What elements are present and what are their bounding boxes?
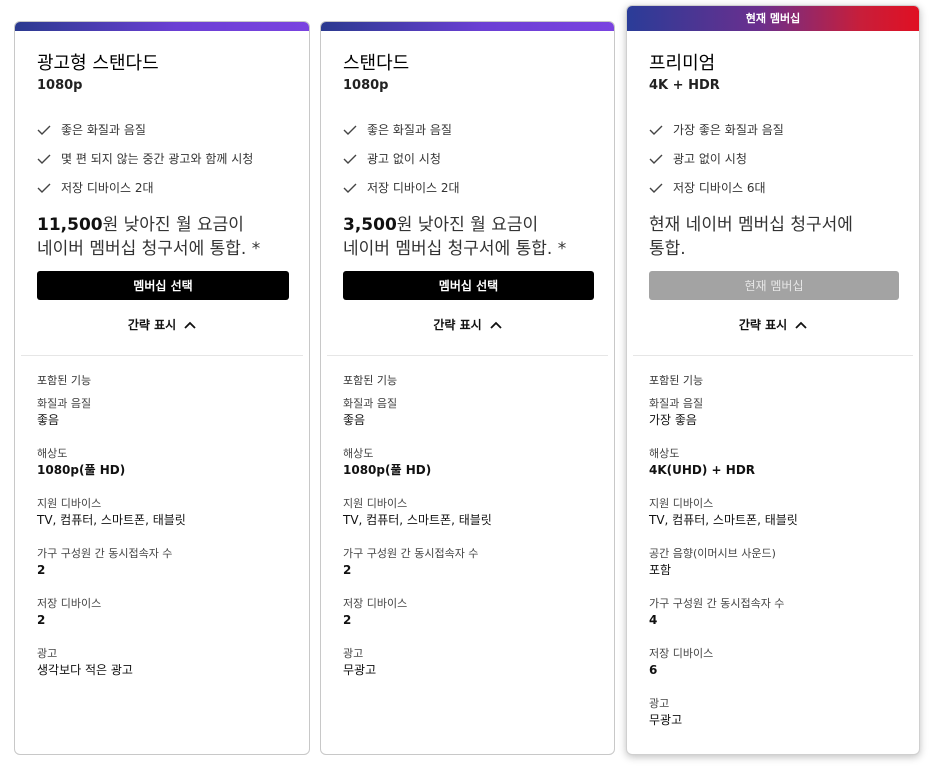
plan-resolution: 1080p [37, 78, 83, 93]
check-icon [343, 125, 359, 135]
feature-item: 몇 편 되지 않는 중간 광고와 함께 시청 [37, 144, 253, 173]
detail-row: 해상도 1080p(풀 HD) [37, 447, 126, 477]
detail-row: 가구 구성원 간 동시접속자 수2 [37, 547, 173, 577]
plan-title: 프리미엄 [649, 53, 716, 74]
detail-row: 지원 디바이스 TV, 컴퓨터, 스마트폰, 태블릿 [37, 497, 186, 527]
details-heading: 포함된 기능 [343, 374, 398, 387]
chevron-up-icon [795, 321, 807, 329]
feature-item: 가장 좋은 화질과 음질 [649, 115, 784, 144]
plan-title: 광고형 스탠다드 [37, 53, 159, 74]
plan-resolution: 1080p [343, 78, 389, 93]
feature-list: 가장 좋은 화질과 음질 광고 없이 시청 저장 디바이스 6대 [649, 115, 784, 202]
collapse-label: 간략 표시 [738, 318, 788, 332]
price-text: 통합. [649, 239, 686, 259]
check-icon [37, 183, 53, 193]
plan-details: 포함된 기능 화질과 음질 좋음 해상도 1080p(풀 HD) 지원 디바이스 TV… [343, 373, 492, 695]
price-summary: 11,500원 낮아진 월 요금이 네이버 멤버십 청구서에 통합. * [37, 213, 297, 261]
plan-details: 포함된 기능 화질과 음질 가장 좋음 해상도 4K(UHD) + HDR 지원 디… [649, 373, 798, 745]
chevron-up-icon [184, 321, 196, 329]
plan-details: 포함된 기능 화질과 음질 좋음 해상도 1080p(풀 HD) 지원 디바이스 TV… [37, 373, 186, 695]
price-text: 네이버 멤버십 청구서에 통합. * [343, 239, 567, 259]
price-text: 현재 네이버 멤버십 청구서에 [649, 215, 853, 235]
detail-row: 화질과 음질 좋음 [343, 397, 398, 427]
detail-row: 가구 구성원 간 동시접속자 수4 [649, 597, 785, 627]
detail-row: 화질과 음질 가장 좋음 [649, 397, 704, 427]
current-membership-badge: 현재 멤버십 [627, 6, 919, 31]
plan-title: 스탠다드 [343, 53, 410, 74]
detail-row: 가구 구성원 간 동시접속자 수2 [343, 547, 479, 577]
check-icon [343, 154, 359, 164]
detail-row: 화질과 음질 좋음 [37, 397, 92, 427]
plan-color-bar [15, 22, 309, 31]
price-summary: 현재 네이버 멤버십 청구서에 통합. [649, 213, 909, 261]
collapse-toggle[interactable]: 간략 표시 [627, 316, 919, 333]
detail-row: 광고 무광고 [649, 697, 683, 727]
feature-list: 좋은 화질과 음질 몇 편 되지 않는 중간 광고와 함께 시청 저장 디바이스… [37, 115, 253, 202]
price-amount: 11,500 [37, 215, 103, 235]
feature-item: 좋은 화질과 음질 [343, 115, 460, 144]
detail-row: 지원 디바이스 TV, 컴퓨터, 스마트폰, 태블릿 [649, 497, 798, 527]
detail-row: 저장 디바이스 2 [37, 597, 102, 627]
check-icon [649, 125, 665, 135]
detail-row: 광고 무광고 [343, 647, 377, 677]
check-icon [37, 154, 53, 164]
plan-card-premium[interactable]: 현재 멤버십 프리미엄 4K + HDR 가장 좋은 화질과 음질 광고 없이 … [626, 5, 920, 755]
feature-item: 광고 없이 시청 [649, 144, 784, 173]
divider [633, 355, 913, 356]
plan-resolution: 4K + HDR [649, 78, 720, 93]
price-text: 원 낮아진 월 요금이 [396, 215, 539, 235]
feature-list: 좋은 화질과 음질 광고 없이 시청 저장 디바이스 2대 [343, 115, 460, 202]
detail-row: 해상도 1080p(풀 HD) [343, 447, 432, 477]
feature-item: 저장 디바이스 6대 [649, 173, 784, 202]
plan-color-bar [321, 22, 614, 31]
details-heading: 포함된 기능 [649, 374, 704, 387]
detail-row: 해상도 4K(UHD) + HDR [649, 447, 756, 477]
collapse-label: 간략 표시 [127, 318, 177, 332]
feature-item: 광고 없이 시청 [343, 144, 460, 173]
feature-item: 좋은 화질과 음질 [37, 115, 253, 144]
details-heading: 포함된 기능 [37, 374, 92, 387]
plan-card-standard[interactable]: 스탠다드 1080p 좋은 화질과 음질 광고 없이 시청 저장 디바이스 2대… [320, 21, 615, 755]
detail-row: 광고 생각보다 적은 광고 [37, 647, 133, 677]
divider [21, 355, 303, 356]
check-icon [649, 183, 665, 193]
detail-row: 저장 디바이스 2 [343, 597, 408, 627]
detail-row: 저장 디바이스 6 [649, 647, 714, 677]
feature-item: 저장 디바이스 2대 [37, 173, 253, 202]
detail-row: 지원 디바이스 TV, 컴퓨터, 스마트폰, 태블릿 [343, 497, 492, 527]
check-icon [37, 125, 53, 135]
price-summary: 3,500원 낮아진 월 요금이 네이버 멤버십 청구서에 통합. * [343, 213, 603, 261]
chevron-up-icon [490, 321, 502, 329]
select-membership-button[interactable]: 멤버십 선택 [37, 271, 289, 300]
check-icon [343, 183, 359, 193]
divider [327, 355, 608, 356]
detail-row: 공간 음향(이머시브 사운드) 포함 [649, 547, 776, 577]
collapse-toggle[interactable]: 간략 표시 [321, 316, 614, 333]
select-membership-button[interactable]: 멤버십 선택 [343, 271, 594, 300]
price-text: 원 낮아진 월 요금이 [102, 215, 244, 235]
current-membership-button[interactable]: 현재 멤버십 [649, 271, 899, 300]
plan-card-ad-standard[interactable]: 광고형 스탠다드 1080p 좋은 화질과 음질 몇 편 되지 않는 중간 광고… [14, 21, 310, 755]
collapse-label: 간략 표시 [433, 318, 482, 332]
price-text: 네이버 멤버십 청구서에 통합. * [37, 239, 261, 259]
feature-item: 저장 디바이스 2대 [343, 173, 460, 202]
collapse-toggle[interactable]: 간략 표시 [15, 316, 309, 333]
price-amount: 3,500 [343, 215, 397, 235]
check-icon [649, 154, 665, 164]
